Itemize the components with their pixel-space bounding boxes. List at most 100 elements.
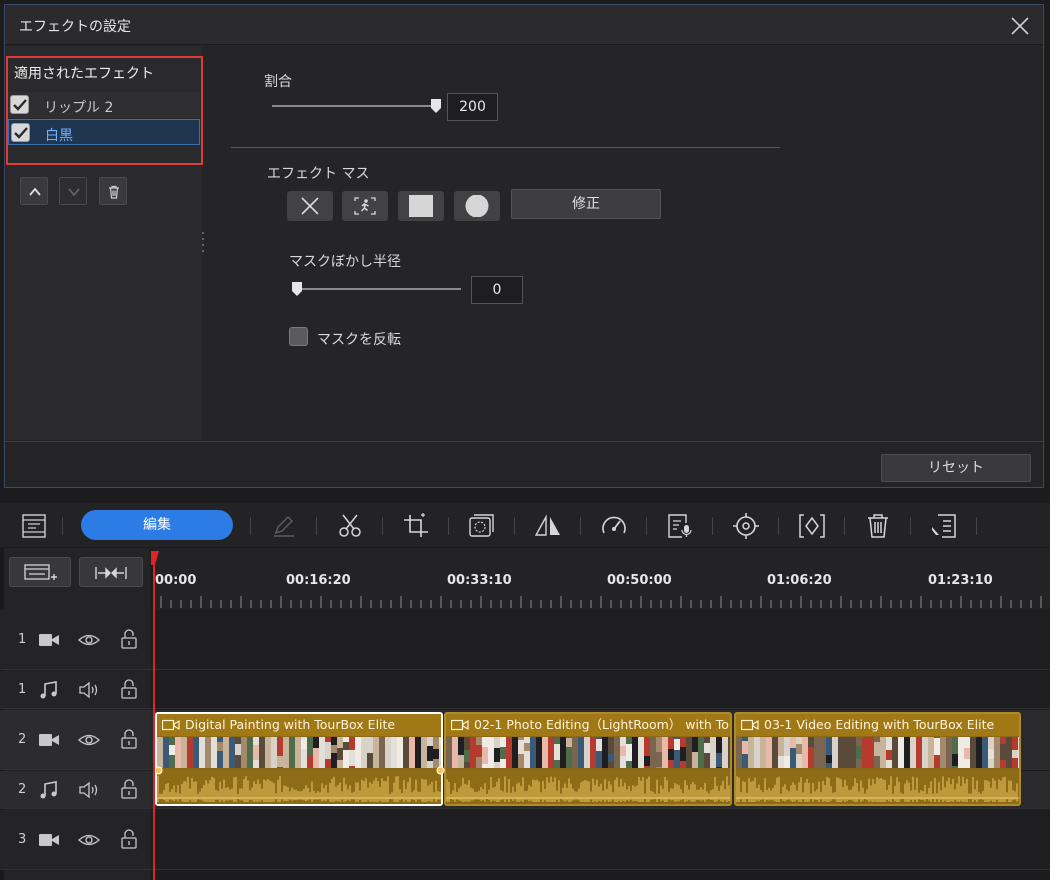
dialog-footer: リセット — [5, 441, 1043, 487]
separator — [778, 517, 779, 535]
audio-waveform — [157, 770, 441, 804]
blur-slider-track[interactable] — [294, 288, 461, 290]
rectangle-icon — [409, 195, 433, 217]
track-row-video-1: 1 — [0, 610, 1050, 670]
scissors-icon[interactable] — [336, 513, 364, 539]
speed-icon[interactable] — [600, 513, 628, 539]
timeline-clip[interactable]: 02-1 Photo Editing（LightRoom） with TourB… — [444, 712, 732, 806]
clip-thumbnails — [736, 737, 1019, 768]
timecode: 01:23:10 — [928, 573, 993, 588]
eye-icon[interactable] — [78, 730, 100, 750]
mask-person-button[interactable] — [342, 191, 388, 221]
edit-tab[interactable]: 編集 — [81, 510, 233, 540]
voiceover-icon[interactable] — [666, 513, 694, 539]
chevron-up-icon — [29, 187, 41, 196]
delete-effect-button[interactable] — [99, 177, 127, 205]
effect-mask-label: エフェクト マス — [267, 166, 370, 182]
track-number: 3 — [18, 832, 27, 847]
trim-handle-left[interactable] — [154, 766, 163, 775]
storyboard-icon[interactable] — [20, 513, 48, 539]
eye-icon[interactable] — [78, 630, 100, 650]
mask-rectangle-button[interactable] — [398, 191, 444, 221]
eye-icon[interactable] — [78, 830, 100, 850]
track-row-audio-1: 1 — [0, 671, 1050, 709]
keyframe-icon[interactable] — [798, 513, 826, 539]
clip-title-bar: 03-1 Video Editing with TourBox Elite — [736, 714, 1019, 736]
applied-effects-header: 適用されたエフェクト — [14, 66, 154, 82]
mask-none-button[interactable] — [287, 191, 333, 221]
divider — [231, 147, 780, 148]
dialog-title: エフェクトの設定 — [19, 19, 131, 35]
lock-icon[interactable] — [118, 779, 140, 799]
timeline-clip[interactable]: 03-1 Video Editing with TourBox Elite — [734, 712, 1021, 806]
lock-icon[interactable] — [118, 629, 140, 649]
lock-icon[interactable] — [118, 679, 140, 699]
track-number: 2 — [18, 732, 27, 747]
effect-settings-dialog: エフェクトの設定 適用されたエフェクト リップル 2 白黒 割合 200 エフェ… — [4, 4, 1044, 488]
lock-icon[interactable] — [118, 829, 140, 849]
circle-icon — [465, 195, 489, 217]
modify-button[interactable]: 修正 — [511, 189, 661, 219]
playhead-handle[interactable] — [151, 551, 159, 565]
effect-item-bw[interactable]: 白黒 — [8, 119, 200, 145]
time-ruler[interactable]: 00:00 00:16:20 00:33:10 00:50:00 01:06:2… — [153, 548, 1050, 610]
video-camera-icon — [162, 719, 180, 731]
separator — [712, 517, 713, 535]
trim-handle-right[interactable] — [436, 766, 445, 775]
move-down-button[interactable] — [59, 177, 87, 205]
ratio-value-field[interactable]: 200 — [447, 93, 498, 121]
video-camera-icon — [39, 634, 59, 646]
clip-title: 03-1 Video Editing with TourBox Elite — [764, 717, 995, 732]
audio-waveform — [446, 770, 730, 804]
track-number: 1 — [18, 632, 27, 647]
blur-slider-thumb[interactable] — [292, 282, 302, 296]
move-up-button[interactable] — [20, 177, 48, 205]
ruler-ticks — [160, 596, 1042, 608]
ratio-slider-thumb[interactable] — [431, 99, 441, 113]
effect-item-ripple[interactable]: リップル 2 — [8, 92, 200, 118]
ratio-slider-track[interactable] — [272, 105, 440, 107]
clip-title: 02-1 Photo Editing（LightRoom） with TourB… — [474, 717, 730, 732]
playhead[interactable] — [153, 551, 155, 880]
track-number: 2 — [18, 782, 27, 797]
reset-button[interactable]: リセット — [881, 454, 1031, 482]
close-icon[interactable] — [1009, 15, 1031, 37]
lock-icon[interactable] — [118, 729, 140, 749]
music-note-icon — [40, 781, 57, 799]
music-note-icon — [40, 681, 57, 699]
motion-track-icon[interactable] — [732, 513, 760, 539]
speaker-icon[interactable] — [78, 780, 100, 800]
clip-title: Digital Painting with TourBox Elite — [185, 717, 396, 732]
separator — [910, 517, 911, 535]
separator — [646, 517, 647, 535]
separator — [250, 517, 251, 535]
applied-effects-panel: 適用されたエフェクト リップル 2 白黒 — [6, 46, 203, 440]
speaker-icon[interactable] — [78, 680, 100, 700]
clip-title-bar: Digital Painting with TourBox Elite — [157, 714, 441, 736]
timecode: 00:16:20 — [286, 573, 351, 588]
crop-icon[interactable] — [402, 513, 430, 539]
separator — [580, 517, 581, 535]
blur-value-field[interactable]: 0 — [471, 276, 523, 304]
add-track-button[interactable] — [9, 557, 71, 587]
fit-timeline-button[interactable] — [79, 557, 143, 587]
mask-ellipse-button[interactable] — [454, 191, 500, 221]
separator — [382, 517, 383, 535]
fit-icon — [95, 567, 127, 579]
trash-icon[interactable] — [864, 513, 892, 539]
flip-icon[interactable] — [534, 513, 562, 539]
timeline-toolbar: 編集 — [0, 503, 1050, 547]
video-camera-icon — [741, 719, 759, 731]
timeline-clip[interactable]: Digital Painting with TourBox Elite — [155, 712, 443, 806]
invert-mask-checkbox[interactable] — [289, 327, 308, 346]
checkbox[interactable] — [11, 123, 30, 142]
insert-icon[interactable] — [930, 513, 958, 539]
mask-blur-label: マスクぼかし半径 — [289, 254, 401, 270]
clip-thumbnails — [446, 737, 730, 768]
invert-mask-label: マスクを反転 — [317, 332, 401, 348]
mask-designer-icon[interactable] — [468, 513, 496, 539]
pen-icon — [270, 513, 298, 539]
audio-waveform — [736, 770, 1019, 804]
checkbox[interactable] — [10, 95, 29, 114]
separator — [514, 517, 515, 535]
